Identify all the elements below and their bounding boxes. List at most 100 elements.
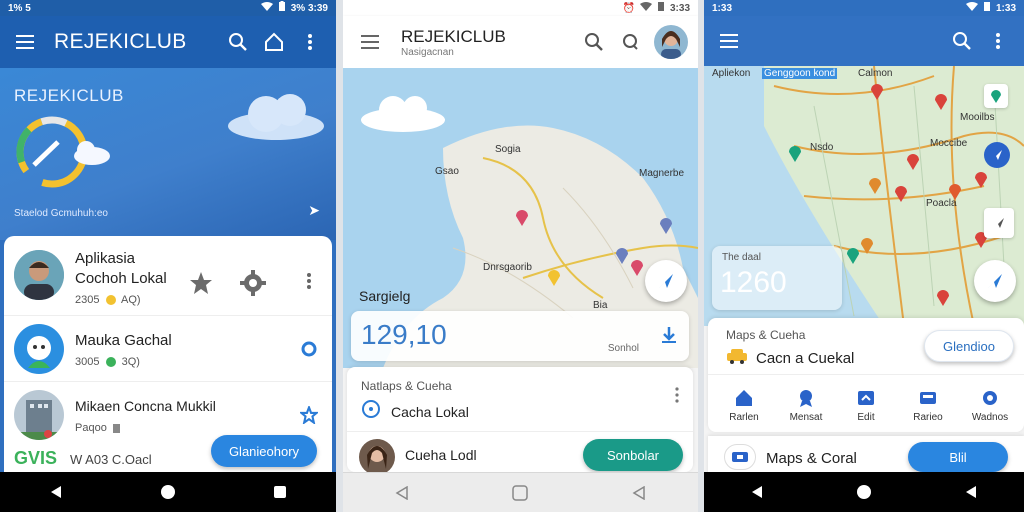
map-pin-icon[interactable] bbox=[547, 268, 561, 291]
sheet-location-row[interactable]: Cacha Lokal bbox=[361, 399, 469, 424]
more-icon[interactable] bbox=[980, 23, 1016, 59]
star-outline-icon[interactable] bbox=[298, 404, 320, 429]
menu-icon[interactable] bbox=[712, 23, 748, 59]
map-pin-icon[interactable] bbox=[860, 236, 874, 259]
battery-icon bbox=[657, 1, 665, 15]
avatar bbox=[14, 390, 64, 440]
alarm-icon: ⏰ bbox=[622, 2, 635, 14]
sheet-action-button[interactable]: Glendioo bbox=[924, 330, 1014, 362]
car-icon bbox=[726, 348, 748, 369]
map-pin-icon[interactable] bbox=[974, 170, 988, 193]
map-pin-icon[interactable] bbox=[906, 152, 920, 175]
home-nav-icon[interactable] bbox=[148, 472, 188, 512]
wifi-icon bbox=[260, 1, 273, 15]
star-icon[interactable] bbox=[188, 270, 214, 301]
more-icon[interactable] bbox=[306, 272, 312, 295]
status-time: 1% 5 bbox=[8, 2, 31, 14]
map-pin-icon[interactable] bbox=[659, 216, 673, 239]
list-item[interactable]: Aplikasia Cochoh Lokal 2305 AQ) bbox=[4, 240, 332, 316]
search-icon[interactable] bbox=[944, 23, 980, 59]
battery-icon bbox=[983, 1, 991, 15]
more-icon[interactable] bbox=[292, 24, 328, 60]
system-nav-bar bbox=[343, 472, 698, 512]
recents-icon[interactable] bbox=[951, 472, 991, 512]
action-button[interactable]: Sonbolar bbox=[583, 439, 683, 471]
status-bar: 1:33 1:33 bbox=[704, 0, 1024, 16]
map-pin-icon[interactable] bbox=[630, 258, 644, 281]
phone-screen-2: ⏰ 3:33 REJEKICLUB Nasigacnan Sogia Gsao … bbox=[343, 0, 698, 512]
category-item[interactable]: Mensat bbox=[776, 388, 836, 423]
home-icon bbox=[736, 390, 752, 406]
sheet-location-row[interactable]: Cacn a Cuekal bbox=[726, 348, 854, 369]
more-icon[interactable] bbox=[675, 387, 679, 408]
map-pin-icon[interactable] bbox=[934, 92, 948, 115]
map-pin-icon[interactable] bbox=[515, 208, 529, 231]
list-item[interactable]: Mauka Gachal 3005 3Q) bbox=[4, 316, 332, 382]
sheet-item: Cueha Lodl bbox=[405, 447, 477, 463]
search-icon[interactable] bbox=[576, 24, 612, 60]
directions-badge-icon[interactable] bbox=[984, 142, 1010, 168]
app-bar bbox=[704, 16, 1024, 66]
map-pin-icon[interactable] bbox=[615, 246, 629, 269]
sheet-item: Cacha Lokal bbox=[391, 403, 469, 420]
back-icon[interactable] bbox=[737, 472, 777, 512]
map-label: Genggoon kond bbox=[762, 68, 838, 79]
navigate-button[interactable] bbox=[645, 260, 687, 302]
item-meta: 3005 3Q) bbox=[75, 356, 140, 368]
app-bar: REJEKICLUB bbox=[0, 16, 336, 68]
category-label: Rarlen bbox=[729, 412, 759, 423]
map-pin-icon[interactable] bbox=[894, 184, 908, 207]
wifi-icon bbox=[965, 1, 978, 15]
map-layers-button[interactable] bbox=[984, 84, 1008, 108]
bottom-sheet: Natlaps & Cueha Cacha Lokal Cueha Lodl S… bbox=[347, 367, 693, 475]
category-item[interactable]: Rarlen bbox=[714, 388, 774, 423]
map-pin-icon[interactable] bbox=[870, 82, 884, 105]
location-icon[interactable] bbox=[612, 24, 648, 60]
map-pin-icon[interactable] bbox=[788, 144, 802, 167]
gear-icon[interactable] bbox=[240, 270, 266, 301]
edit-icon bbox=[858, 391, 874, 405]
menu-icon[interactable] bbox=[353, 24, 389, 60]
item-title: Mikaen Concna Mukkil bbox=[75, 398, 216, 414]
profile-avatar[interactable] bbox=[654, 25, 688, 59]
category-button[interactable]: Glanieohory bbox=[211, 435, 317, 467]
bottom-button[interactable]: Blil bbox=[908, 442, 1008, 472]
download-icon[interactable] bbox=[659, 325, 679, 350]
back-icon[interactable] bbox=[382, 473, 422, 512]
status-bar: 1% 5 3% 3:39 bbox=[0, 0, 336, 16]
category-item[interactable]: Wadnos bbox=[960, 388, 1020, 423]
navigation-arrow-icon bbox=[659, 274, 673, 288]
category-label: Rarieo bbox=[913, 412, 943, 423]
menu-icon[interactable] bbox=[8, 24, 44, 60]
map-pin-icon[interactable] bbox=[846, 246, 860, 269]
map-label: Magnerbe bbox=[639, 168, 685, 179]
bottom-row[interactable]: Maps & Coral Blil bbox=[708, 436, 1024, 476]
weather-icon bbox=[14, 110, 114, 199]
settings-icon[interactable] bbox=[300, 340, 318, 363]
back-icon[interactable] bbox=[36, 472, 76, 512]
avatar bbox=[14, 324, 64, 374]
recents-icon[interactable] bbox=[260, 472, 300, 512]
item-title: Mauka Gachal bbox=[75, 332, 172, 349]
home-nav-icon[interactable] bbox=[844, 472, 884, 512]
map-pin-icon[interactable] bbox=[936, 288, 950, 311]
home-icon[interactable] bbox=[256, 24, 292, 60]
recents-icon[interactable] bbox=[619, 473, 659, 512]
sheet-header: Maps & Cueha bbox=[726, 328, 806, 342]
item-sub2: 3Q) bbox=[121, 356, 140, 368]
map-label: Gsao bbox=[435, 166, 459, 177]
navigate-button[interactable] bbox=[974, 260, 1016, 302]
home-nav-icon[interactable] bbox=[500, 473, 540, 512]
app-bar: REJEKICLUB Nasigacnan bbox=[343, 16, 698, 68]
category-label: Edit bbox=[857, 412, 875, 423]
status-bar: ⏰ 3:33 bbox=[343, 0, 698, 16]
compass-button[interactable] bbox=[984, 208, 1014, 238]
category-item[interactable]: Rarieo bbox=[898, 388, 958, 423]
expand-arrow-icon[interactable]: ➤ bbox=[308, 202, 320, 219]
category-label: Mensat bbox=[789, 412, 823, 423]
search-icon[interactable] bbox=[220, 24, 256, 60]
system-nav-bar bbox=[704, 472, 1024, 512]
category-item[interactable]: Edit bbox=[836, 388, 896, 423]
map-pin-icon[interactable] bbox=[868, 176, 882, 199]
app-title: REJEKICLUB bbox=[401, 26, 506, 46]
